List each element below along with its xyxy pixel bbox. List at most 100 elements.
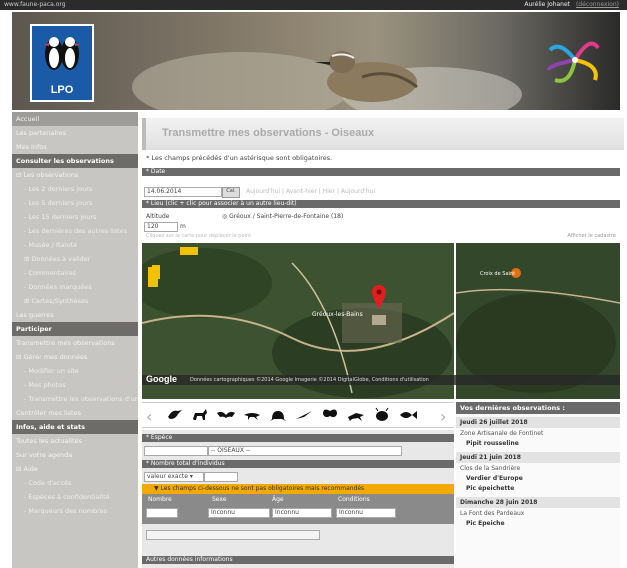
location-section-bar: * Lieu (clic + clic pour associer à un a… [142,200,620,208]
sidebar-item[interactable]: Les guerres [12,308,138,322]
lizard-icon[interactable] [242,407,262,423]
lpo-logo[interactable]: LPO [30,24,94,102]
butterfly-icon[interactable] [320,407,340,423]
date-field[interactable]: 14.06.2014 [144,187,222,197]
logout-link[interactable]: (déconnexion) [576,1,619,8]
sidebar-item[interactable]: Sur votre agenda [12,448,138,462]
calendar-button[interactable]: Cal. [222,187,240,198]
deer-icon[interactable] [190,407,210,423]
sidebar-item[interactable]: ⊞ Données à valider [12,252,138,266]
map-hint: Cliquez sur la carte pour déplacer le po… [146,233,252,239]
sidebar-item[interactable]: - Transmettre les observations d'un ... [12,392,138,406]
sidebar-item[interactable]: - Les 15 derniers jours [12,210,138,224]
sidebar-item[interactable]: - Les 2 derniers jours [12,182,138,196]
recent-date: Jeudi 21 juin 2018 [456,452,620,463]
sidebar-item[interactable]: ⊞ Cartes/Synthèses [12,294,138,308]
extra-info-bar: Autres données informations [142,556,454,564]
observation-form: * Espèce -- OISEAUX -- * Nombre total d'… [142,430,454,568]
header-banner [12,12,620,110]
col-sex: Sexe [212,496,227,503]
main-content: Transmettre mes observations - Oiseaux *… [142,112,624,568]
user-area: Aurélie Johanet (déconnexion) [524,1,619,8]
count-field-bar: * Nombre total d'individus [142,460,454,468]
recent-place[interactable]: La Font des Pardeaux [456,508,620,519]
sex-select[interactable]: Inconnu [208,508,270,518]
google-logo: Google [146,374,177,384]
sidebar-item[interactable]: ⊟ Les observations [12,168,138,182]
sidebar-section-header: Consulter les observations [12,154,138,168]
required-note: * Les champs précédés d'un astérisque so… [146,154,333,162]
species-search-input[interactable] [144,446,208,456]
fish-icon[interactable] [398,407,418,423]
recent-date: Jeudi 26 juillet 2018 [456,417,620,428]
altitude-label: Altitude [146,213,170,220]
remarks-input[interactable] [146,530,320,540]
sidebar: Accueil Les partenaires Mes infos Consulter… [12,112,138,568]
sidebar-item[interactable]: - Modifier un site [12,364,138,378]
puffin-icon [44,37,80,70]
sidebar-item[interactable]: Contrôler mes listes [12,406,138,420]
col-age: Âge [272,496,284,503]
sidebar-item[interactable]: - Les dernières des autres listes [12,224,138,238]
species-prev-arrow[interactable]: ‹ [146,407,152,426]
bat-icon[interactable] [216,407,236,423]
species-select[interactable]: -- OISEAUX -- [208,446,402,456]
recent-observation[interactable]: Pipit rousseline [456,439,620,449]
map-place-label: Gréoux-les-Bains [312,311,363,318]
map-pin-icon[interactable] [372,285,386,309]
optional-fields-bar[interactable]: ▼ Les champs ci-dessous ne sont pas obli… [142,484,454,494]
sidebar-item[interactable]: ⊟ Aide [12,462,138,476]
age-select[interactable]: Inconnu [272,508,332,518]
date-shortcuts[interactable]: Aujourd'hui | Avant-hier | Hier | Aujour… [246,188,375,195]
grasshopper-icon[interactable] [346,407,366,423]
sidebar-item[interactable]: - Espèces à confidentialité [12,490,138,504]
bird-photo [314,51,418,102]
recent-observation[interactable]: Pic épeichette [456,484,620,494]
selected-place[interactable]: ◎ Gréoux / Saint-Pierre-de-Fontaine (18) [222,213,343,220]
sidebar-item[interactable]: - Données marquées [12,280,138,294]
sidebar-item[interactable]: Les partenaires [12,126,138,140]
sidebar-item[interactable]: Mes infos [12,140,138,154]
logo-text: LPO [50,84,74,96]
zoom-control[interactable] [148,267,158,287]
count-type-select[interactable]: valeur exacte ▾ [144,472,204,482]
cadastre-link[interactable]: Afficher le cadastre [567,233,616,239]
recent-observations-panel: Vos dernières observations : Jeudi 26 ju… [456,402,620,568]
species-field-bar: * Espèce [142,434,454,442]
flower-logo-icon [546,41,600,83]
sidebar-item[interactable]: - Musée / Rareté [12,238,138,252]
species-next-arrow[interactable]: › [440,407,446,426]
map-place-label-2: Croix de Saint [480,271,516,277]
sidebar-item[interactable]: - Mes photos [12,378,138,392]
sidebar-item[interactable]: ⊟ Gérer mes données [12,350,138,364]
bird-perched-icon[interactable] [164,407,184,423]
conditions-select[interactable]: Inconnu [336,508,396,518]
col-conditions: Conditions [338,496,370,503]
user-name[interactable]: Aurélie Johanet [524,1,570,8]
recent-place[interactable]: Clos de la Sandrière [456,463,620,474]
sidebar-section-header: Infos, aide et stats [12,420,138,434]
date-section-bar: * Date [142,168,620,176]
sidebar-item[interactable]: - Marqueurs des nombres [12,504,138,518]
frog-icon[interactable] [268,407,288,423]
recent-observation[interactable]: Verdier d'Europe [456,474,620,484]
recent-place[interactable]: Zone Artisanale de Fontinet [456,428,620,439]
sidebar-item[interactable]: - Commentaires [12,266,138,280]
page-title-box: Transmettre mes observations - Oiseaux [142,118,624,150]
count-input[interactable] [204,472,238,482]
dragonfly-icon[interactable] [294,407,314,423]
sidebar-item[interactable]: Transmettre mes observations [12,336,138,350]
beetle-icon[interactable] [372,407,392,423]
sidebar-section-header: Participer [12,322,138,336]
top-bar: www.faune-paca.org Aurélie Johanet (déco… [0,0,627,10]
sidebar-item[interactable]: - Code d'accès [12,476,138,490]
altitude-field[interactable]: 120 [144,222,178,232]
map-attribution: Données cartographiques ©2014 Google Ima… [142,375,620,385]
col-number: Nombre [148,496,172,503]
site-url[interactable]: www.faune-paca.org [4,1,66,8]
sidebar-item[interactable]: Toutes les actualités [12,434,138,448]
sidebar-item[interactable]: Accueil [12,112,138,126]
sidebar-item[interactable]: - Les 5 derniers jours [12,196,138,210]
number-input[interactable] [146,508,178,518]
recent-observation[interactable]: Pic Epeiche [456,519,620,529]
